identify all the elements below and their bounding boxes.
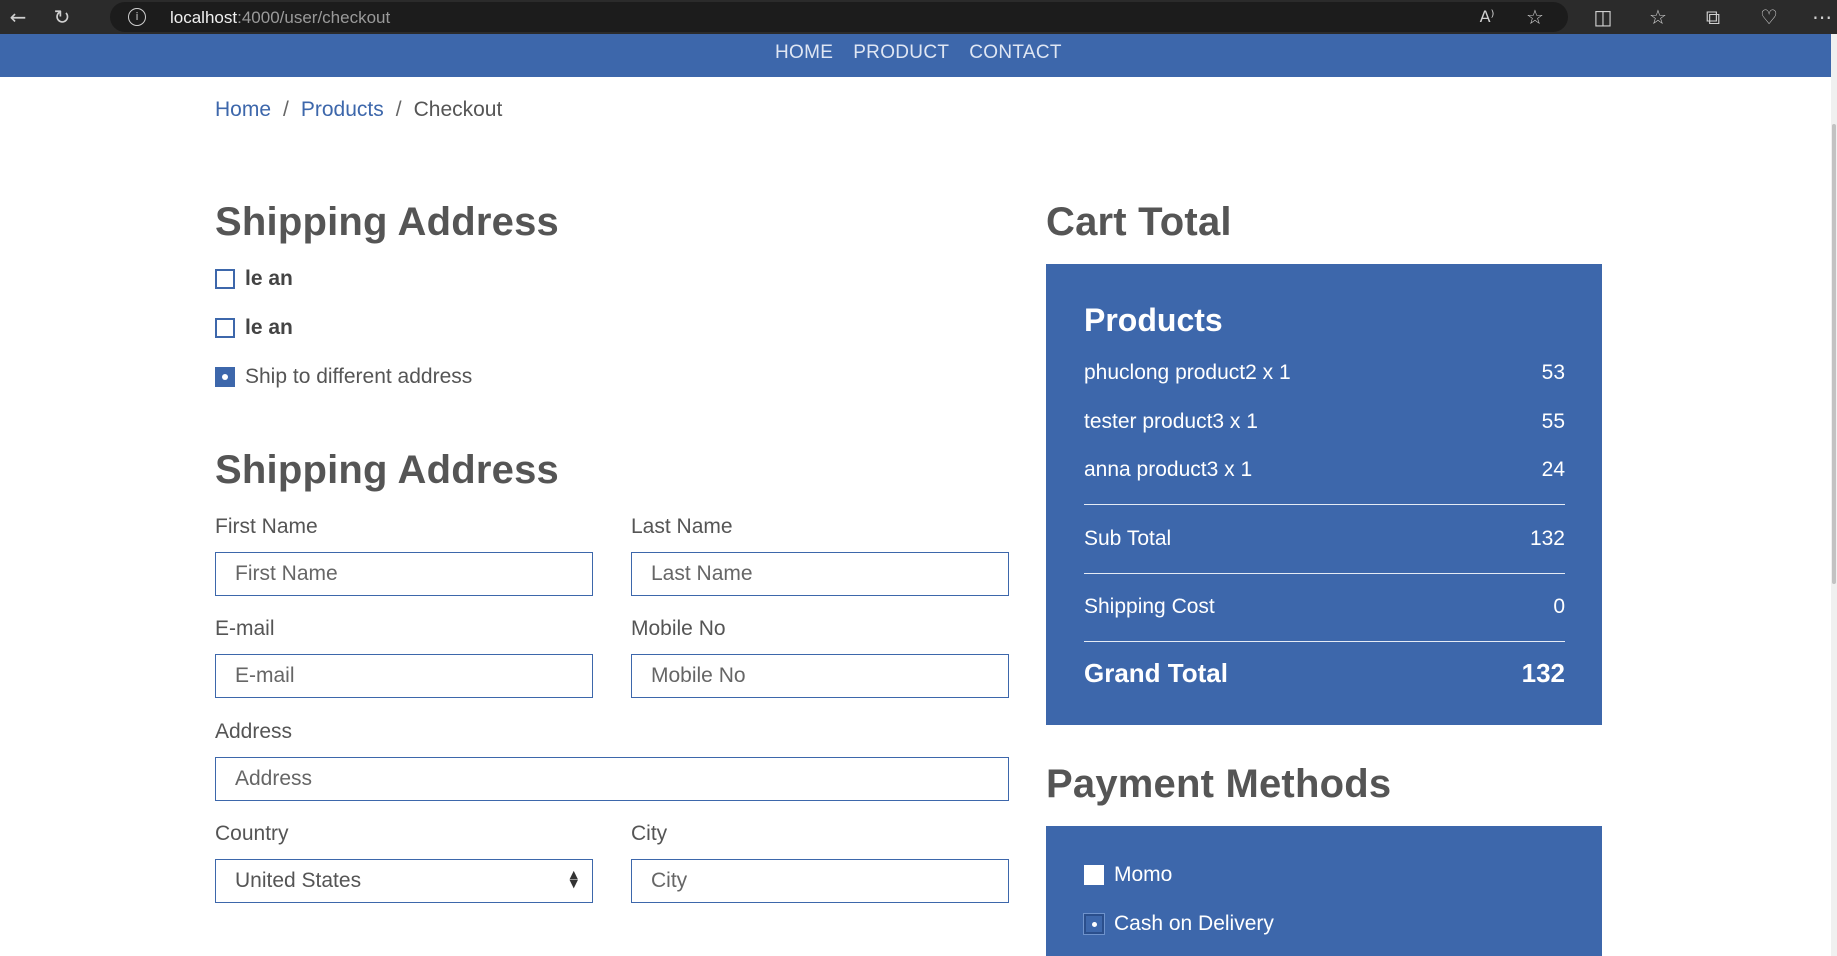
address-checkbox[interactable] bbox=[215, 318, 235, 338]
divider bbox=[1084, 641, 1565, 642]
address-option-label: le an bbox=[245, 316, 293, 339]
breadcrumb-products[interactable]: Products bbox=[301, 98, 384, 122]
sub-total-label: Sub Total bbox=[1084, 527, 1172, 550]
momo-checkbox[interactable] bbox=[1084, 865, 1104, 885]
breadcrumb-separator: / bbox=[395, 98, 402, 121]
nav-contact-link[interactable]: CONTACT bbox=[969, 42, 1062, 64]
cart-item-price: 53 bbox=[1541, 361, 1565, 384]
cart-item-name: tester product3 x 1 bbox=[1084, 410, 1258, 433]
info-icon[interactable]: i bbox=[128, 8, 146, 26]
saved-address-option[interactable]: le an bbox=[215, 316, 293, 340]
payment-option-label: Momo bbox=[1114, 863, 1173, 886]
nav-home-link[interactable]: HOME bbox=[775, 42, 833, 64]
favorite-star-icon[interactable]: ☆ bbox=[1523, 5, 1547, 29]
cart-total-panel: Products phuclong product2 x 1 53 tester… bbox=[1046, 264, 1602, 725]
browser-essentials-icon[interactable]: ♡ bbox=[1757, 5, 1781, 29]
city-input[interactable] bbox=[631, 859, 1009, 903]
url-text: localhost:4000/user/checkout bbox=[170, 8, 391, 27]
cart-item-name: phuclong product2 x 1 bbox=[1084, 361, 1291, 384]
cod-checkbox[interactable] bbox=[1084, 914, 1104, 934]
back-arrow-icon[interactable]: ← bbox=[6, 5, 30, 29]
first-name-input[interactable] bbox=[215, 552, 593, 596]
saved-address-option[interactable]: le an bbox=[215, 267, 293, 291]
email-input[interactable] bbox=[215, 654, 593, 698]
cart-products-heading: Products bbox=[1084, 302, 1223, 338]
payment-option-cod[interactable]: Cash on Delivery bbox=[1084, 912, 1274, 936]
first-name-label: First Name bbox=[215, 515, 318, 538]
breadcrumb: Home / Products / Checkout bbox=[215, 98, 502, 122]
cart-item-name: anna product3 x 1 bbox=[1084, 458, 1253, 481]
payment-methods-heading: Payment Methods bbox=[1046, 762, 1392, 806]
last-name-label: Last Name bbox=[631, 515, 733, 538]
cart-line-item: anna product3 x 1 24 bbox=[1084, 458, 1565, 482]
country-label: Country bbox=[215, 822, 289, 845]
shipping-form-heading: Shipping Address bbox=[215, 448, 559, 492]
address-bar[interactable]: i localhost:4000/user/checkout A⁾ ☆ bbox=[110, 2, 1568, 32]
cart-item-price: 24 bbox=[1541, 458, 1565, 481]
breadcrumb-current: Checkout bbox=[413, 98, 503, 121]
split-screen-icon[interactable]: ◫ bbox=[1591, 5, 1615, 29]
payment-option-momo[interactable]: Momo bbox=[1084, 863, 1172, 887]
city-label: City bbox=[631, 822, 668, 845]
scrollbar-thumb[interactable] bbox=[1832, 124, 1836, 584]
favorites-icon[interactable]: ☆ bbox=[1646, 5, 1670, 29]
read-aloud-icon[interactable]: A⁾ bbox=[1475, 5, 1499, 29]
sub-total-value: 132 bbox=[1529, 527, 1565, 550]
grand-total-value: 132 bbox=[1521, 658, 1565, 688]
cart-line-item: phuclong product2 x 1 53 bbox=[1084, 361, 1565, 385]
shipping-address-heading: Shipping Address bbox=[215, 200, 559, 244]
ship-different-label: Ship to different address bbox=[245, 365, 473, 388]
cart-item-price: 55 bbox=[1541, 410, 1565, 433]
grand-total-label: Grand Total bbox=[1084, 658, 1228, 688]
collections-icon[interactable]: ⧉ bbox=[1701, 5, 1725, 29]
address-option-label: le an bbox=[245, 267, 293, 290]
grand-total-row: Grand Total 132 bbox=[1084, 658, 1565, 689]
page-scrollbar[interactable] bbox=[1831, 34, 1837, 956]
payment-option-label: Cash on Delivery bbox=[1114, 912, 1274, 935]
divider bbox=[1084, 573, 1565, 574]
address-checkbox[interactable] bbox=[215, 269, 235, 289]
last-name-input[interactable] bbox=[631, 552, 1009, 596]
ship-different-option[interactable]: Ship to different address bbox=[215, 365, 472, 389]
breadcrumb-home[interactable]: Home bbox=[215, 98, 271, 122]
mobile-label: Mobile No bbox=[631, 617, 726, 640]
cart-line-item: tester product3 x 1 55 bbox=[1084, 410, 1565, 434]
more-options-icon[interactable]: ⋯ bbox=[1810, 5, 1834, 29]
reload-icon[interactable]: ↻ bbox=[50, 5, 74, 29]
select-arrows-icon: ▲ ▼ bbox=[569, 868, 578, 890]
address-input[interactable] bbox=[215, 757, 1009, 801]
cart-total-heading: Cart Total bbox=[1046, 200, 1232, 244]
divider bbox=[1084, 504, 1565, 505]
shipping-cost-value: 0 bbox=[1553, 595, 1565, 618]
browser-toolbar: ← ↻ i localhost:4000/user/checkout A⁾ ☆ … bbox=[0, 0, 1837, 34]
address-label: Address bbox=[215, 720, 293, 743]
email-label: E-mail bbox=[215, 617, 275, 640]
payment-methods-panel: Momo Cash on Delivery bbox=[1046, 826, 1602, 956]
shipping-cost-label: Shipping Cost bbox=[1084, 595, 1215, 618]
country-selected-value: United States bbox=[235, 869, 362, 892]
main-navbar: HOME PRODUCT CONTACT bbox=[0, 34, 1831, 77]
sub-total-row: Sub Total 132 bbox=[1084, 527, 1565, 551]
ship-different-checkbox[interactable] bbox=[215, 367, 235, 387]
shipping-cost-row: Shipping Cost 0 bbox=[1084, 595, 1565, 619]
country-select[interactable]: United States ▲ ▼ bbox=[215, 859, 593, 903]
nav-product-link[interactable]: PRODUCT bbox=[853, 42, 949, 64]
mobile-input[interactable] bbox=[631, 654, 1009, 698]
breadcrumb-separator: / bbox=[283, 98, 289, 121]
